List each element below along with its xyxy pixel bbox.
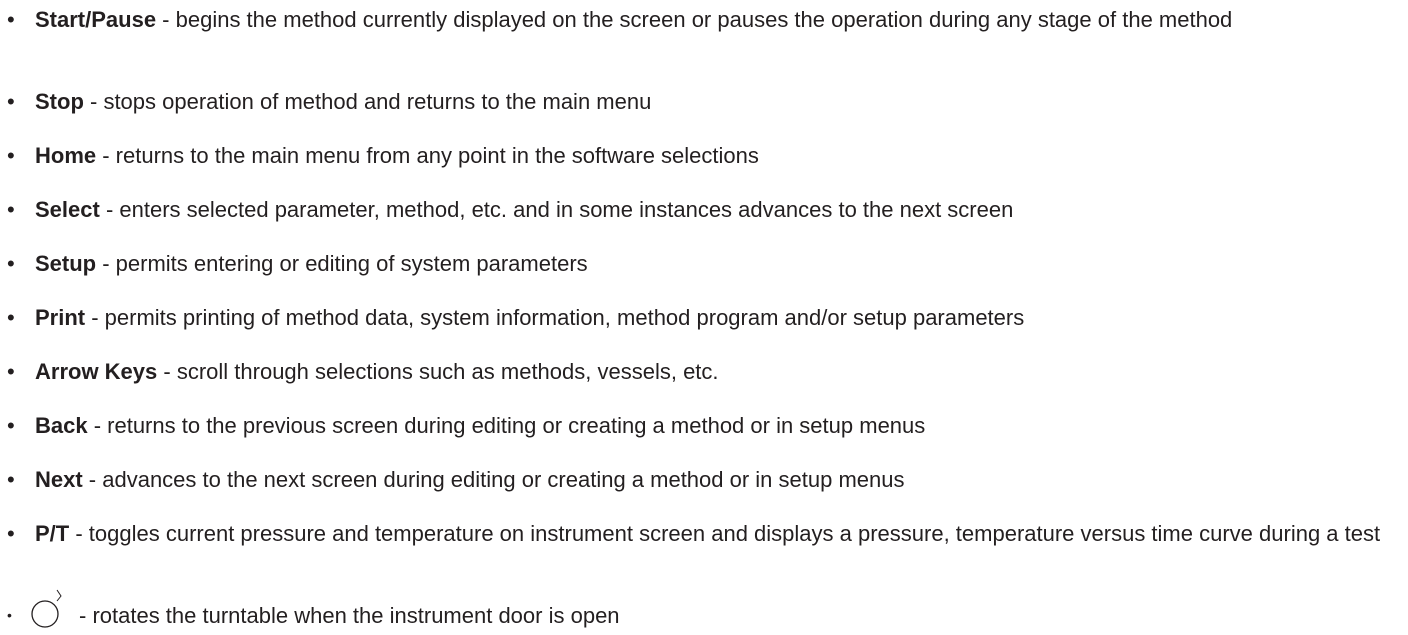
list-item: • Start/Pause - begins the method curren… — [0, 6, 1400, 33]
item-term: Back — [35, 413, 88, 438]
item-description: - returns to the previous screen during … — [87, 413, 926, 438]
bullet: • — [7, 7, 15, 32]
list-item: • Next - advances to the next screen dur… — [0, 466, 1400, 493]
item-description: - returns to the main menu from any poin… — [96, 143, 759, 168]
item-description: - begins the method currently displayed … — [156, 7, 1233, 32]
bullet: • — [7, 305, 15, 330]
list-item: • - rotates the turntable when the instr… — [0, 589, 1400, 629]
item-term: Stop — [35, 89, 84, 114]
item-description: - advances to the next screen during edi… — [82, 467, 905, 492]
list-item: • Print - permits printing of method dat… — [0, 304, 1400, 331]
item-term: Next — [35, 467, 83, 492]
list-item: • Arrow Keys - scroll through selections… — [0, 358, 1400, 385]
bullet: • — [7, 607, 12, 623]
bullet: • — [7, 359, 15, 384]
bullet: • — [7, 251, 15, 276]
item-description: - toggles current pressure and temperatu… — [69, 521, 1381, 546]
item-term: Select — [35, 197, 100, 222]
bullet: • — [7, 143, 15, 168]
item-description: - rotates the turntable when the instrum… — [79, 603, 620, 628]
item-term: Setup — [35, 251, 97, 276]
item-description: - scroll through selections such as meth… — [157, 359, 719, 384]
bullet: • — [7, 467, 15, 492]
bullet: • — [7, 197, 15, 222]
key-function-list: • Start/Pause - begins the method curren… — [0, 0, 1408, 635]
list-item: • P/T - toggles current pressure and tem… — [0, 520, 1400, 547]
item-description: - enters selected parameter, method, etc… — [99, 197, 1014, 222]
list-item: • Select - enters selected parameter, me… — [0, 196, 1400, 223]
item-description: - permits printing of method data, syste… — [85, 305, 1025, 330]
list-item: • Back - returns to the previous screen … — [0, 412, 1400, 439]
item-term: P/T — [35, 521, 70, 546]
bullet: • — [7, 521, 15, 546]
bullet: • — [7, 89, 15, 114]
item-term: Print — [35, 305, 86, 330]
item-description: - stops operation of method and returns … — [83, 89, 652, 114]
item-description: - permits entering or editing of system … — [96, 251, 588, 276]
list-item: • Stop - stops operation of method and r… — [0, 88, 1400, 115]
list-item: • Setup - permits entering or editing of… — [0, 250, 1400, 277]
rotate-turntable-icon — [31, 589, 62, 628]
bullet: • — [7, 413, 15, 438]
item-term: Arrow Keys — [35, 359, 158, 384]
item-term: Home — [35, 143, 97, 168]
item-term: Start/Pause — [35, 7, 157, 32]
list-item: • Home - returns to the main menu from a… — [0, 142, 1400, 169]
